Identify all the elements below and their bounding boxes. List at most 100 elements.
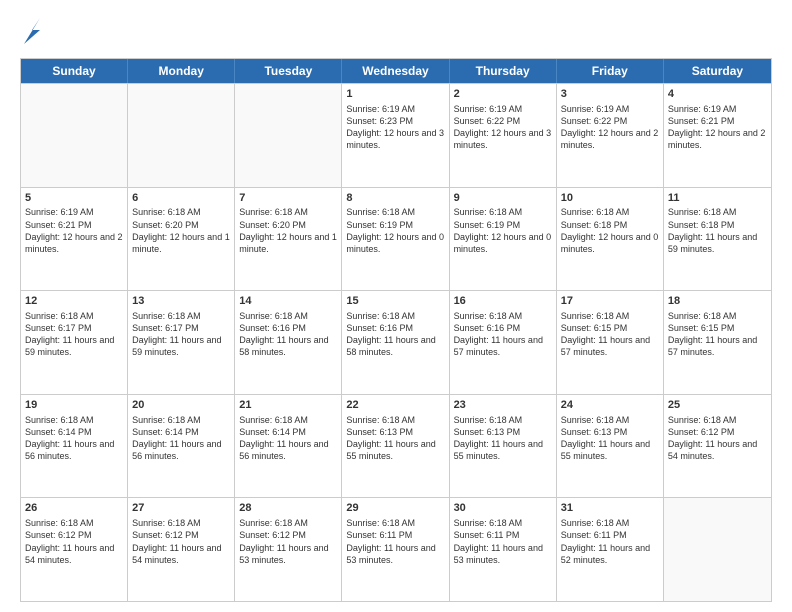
calendar-cell: 7Sunrise: 6:18 AMSunset: 6:20 PMDaylight… [235,188,342,291]
day-info: Sunrise: 6:18 AMSunset: 6:12 PMDaylight:… [132,517,230,566]
day-number: 21 [239,398,337,413]
day-info: Sunrise: 6:18 AMSunset: 6:12 PMDaylight:… [239,517,337,566]
day-number: 19 [25,398,123,413]
day-number: 26 [25,501,123,516]
calendar-cell: 3Sunrise: 6:19 AMSunset: 6:22 PMDaylight… [557,84,664,187]
calendar-week-row: 19Sunrise: 6:18 AMSunset: 6:14 PMDayligh… [21,394,771,498]
calendar-cell: 8Sunrise: 6:18 AMSunset: 6:19 PMDaylight… [342,188,449,291]
day-number: 5 [25,191,123,206]
day-info: Sunrise: 6:18 AMSunset: 6:19 PMDaylight:… [454,206,552,255]
calendar-cell: 16Sunrise: 6:18 AMSunset: 6:16 PMDayligh… [450,291,557,394]
day-info: Sunrise: 6:18 AMSunset: 6:16 PMDaylight:… [239,310,337,359]
calendar-cell [128,84,235,187]
day-info: Sunrise: 6:18 AMSunset: 6:17 PMDaylight:… [25,310,123,359]
day-info: Sunrise: 6:18 AMSunset: 6:18 PMDaylight:… [561,206,659,255]
day-number: 31 [561,501,659,516]
header [20,16,772,48]
calendar: SundayMondayTuesdayWednesdayThursdayFrid… [20,58,772,602]
calendar-cell: 27Sunrise: 6:18 AMSunset: 6:12 PMDayligh… [128,498,235,601]
day-number: 1 [346,87,444,102]
day-number: 23 [454,398,552,413]
day-number: 6 [132,191,230,206]
calendar-cell: 30Sunrise: 6:18 AMSunset: 6:11 PMDayligh… [450,498,557,601]
calendar-cell: 21Sunrise: 6:18 AMSunset: 6:14 PMDayligh… [235,395,342,498]
day-info: Sunrise: 6:18 AMSunset: 6:20 PMDaylight:… [132,206,230,255]
day-info: Sunrise: 6:18 AMSunset: 6:11 PMDaylight:… [346,517,444,566]
day-info: Sunrise: 6:19 AMSunset: 6:21 PMDaylight:… [668,103,767,152]
day-info: Sunrise: 6:18 AMSunset: 6:11 PMDaylight:… [454,517,552,566]
day-number: 17 [561,294,659,309]
weekday-header: Tuesday [235,59,342,83]
calendar-cell: 4Sunrise: 6:19 AMSunset: 6:21 PMDaylight… [664,84,771,187]
day-info: Sunrise: 6:18 AMSunset: 6:17 PMDaylight:… [132,310,230,359]
calendar-cell: 1Sunrise: 6:19 AMSunset: 6:23 PMDaylight… [342,84,449,187]
calendar-cell: 19Sunrise: 6:18 AMSunset: 6:14 PMDayligh… [21,395,128,498]
calendar-cell [21,84,128,187]
calendar-cell: 18Sunrise: 6:18 AMSunset: 6:15 PMDayligh… [664,291,771,394]
calendar-cell: 5Sunrise: 6:19 AMSunset: 6:21 PMDaylight… [21,188,128,291]
calendar-cell: 14Sunrise: 6:18 AMSunset: 6:16 PMDayligh… [235,291,342,394]
calendar-cell: 10Sunrise: 6:18 AMSunset: 6:18 PMDayligh… [557,188,664,291]
day-number: 27 [132,501,230,516]
day-info: Sunrise: 6:18 AMSunset: 6:13 PMDaylight:… [346,414,444,463]
weekday-header: Monday [128,59,235,83]
day-number: 14 [239,294,337,309]
calendar-cell: 15Sunrise: 6:18 AMSunset: 6:16 PMDayligh… [342,291,449,394]
day-number: 20 [132,398,230,413]
calendar-week-row: 26Sunrise: 6:18 AMSunset: 6:12 PMDayligh… [21,497,771,601]
calendar-cell: 26Sunrise: 6:18 AMSunset: 6:12 PMDayligh… [21,498,128,601]
calendar-cell: 20Sunrise: 6:18 AMSunset: 6:14 PMDayligh… [128,395,235,498]
day-number: 4 [668,87,767,102]
day-info: Sunrise: 6:18 AMSunset: 6:13 PMDaylight:… [454,414,552,463]
calendar-week-row: 12Sunrise: 6:18 AMSunset: 6:17 PMDayligh… [21,290,771,394]
day-info: Sunrise: 6:18 AMSunset: 6:18 PMDaylight:… [668,206,767,255]
weekday-header: Wednesday [342,59,449,83]
day-number: 25 [668,398,767,413]
day-number: 30 [454,501,552,516]
calendar-cell: 13Sunrise: 6:18 AMSunset: 6:17 PMDayligh… [128,291,235,394]
day-number: 7 [239,191,337,206]
day-number: 13 [132,294,230,309]
day-number: 28 [239,501,337,516]
logo-icon [22,16,42,46]
calendar-week-row: 5Sunrise: 6:19 AMSunset: 6:21 PMDaylight… [21,187,771,291]
day-info: Sunrise: 6:18 AMSunset: 6:14 PMDaylight:… [132,414,230,463]
weekday-header: Sunday [21,59,128,83]
calendar-cell: 25Sunrise: 6:18 AMSunset: 6:12 PMDayligh… [664,395,771,498]
day-info: Sunrise: 6:18 AMSunset: 6:13 PMDaylight:… [561,414,659,463]
day-info: Sunrise: 6:18 AMSunset: 6:12 PMDaylight:… [25,517,123,566]
day-info: Sunrise: 6:19 AMSunset: 6:22 PMDaylight:… [454,103,552,152]
day-number: 9 [454,191,552,206]
calendar-cell: 23Sunrise: 6:18 AMSunset: 6:13 PMDayligh… [450,395,557,498]
day-number: 15 [346,294,444,309]
calendar-body: 1Sunrise: 6:19 AMSunset: 6:23 PMDaylight… [21,83,771,601]
weekday-header: Saturday [664,59,771,83]
day-info: Sunrise: 6:18 AMSunset: 6:14 PMDaylight:… [25,414,123,463]
day-info: Sunrise: 6:18 AMSunset: 6:16 PMDaylight:… [454,310,552,359]
calendar-cell [235,84,342,187]
day-number: 24 [561,398,659,413]
day-info: Sunrise: 6:19 AMSunset: 6:22 PMDaylight:… [561,103,659,152]
calendar-cell: 6Sunrise: 6:18 AMSunset: 6:20 PMDaylight… [128,188,235,291]
day-number: 18 [668,294,767,309]
page: SundayMondayTuesdayWednesdayThursdayFrid… [0,0,792,612]
day-info: Sunrise: 6:18 AMSunset: 6:11 PMDaylight:… [561,517,659,566]
day-info: Sunrise: 6:19 AMSunset: 6:23 PMDaylight:… [346,103,444,152]
day-info: Sunrise: 6:18 AMSunset: 6:14 PMDaylight:… [239,414,337,463]
calendar-week-row: 1Sunrise: 6:19 AMSunset: 6:23 PMDaylight… [21,83,771,187]
calendar-cell: 31Sunrise: 6:18 AMSunset: 6:11 PMDayligh… [557,498,664,601]
day-number: 16 [454,294,552,309]
day-info: Sunrise: 6:19 AMSunset: 6:21 PMDaylight:… [25,206,123,255]
day-info: Sunrise: 6:18 AMSunset: 6:15 PMDaylight:… [668,310,767,359]
calendar-cell: 17Sunrise: 6:18 AMSunset: 6:15 PMDayligh… [557,291,664,394]
weekday-header: Friday [557,59,664,83]
calendar-cell: 28Sunrise: 6:18 AMSunset: 6:12 PMDayligh… [235,498,342,601]
calendar-cell: 9Sunrise: 6:18 AMSunset: 6:19 PMDaylight… [450,188,557,291]
day-info: Sunrise: 6:18 AMSunset: 6:19 PMDaylight:… [346,206,444,255]
calendar-cell: 22Sunrise: 6:18 AMSunset: 6:13 PMDayligh… [342,395,449,498]
day-info: Sunrise: 6:18 AMSunset: 6:20 PMDaylight:… [239,206,337,255]
day-number: 8 [346,191,444,206]
calendar-cell: 29Sunrise: 6:18 AMSunset: 6:11 PMDayligh… [342,498,449,601]
calendar-cell [664,498,771,601]
day-info: Sunrise: 6:18 AMSunset: 6:16 PMDaylight:… [346,310,444,359]
